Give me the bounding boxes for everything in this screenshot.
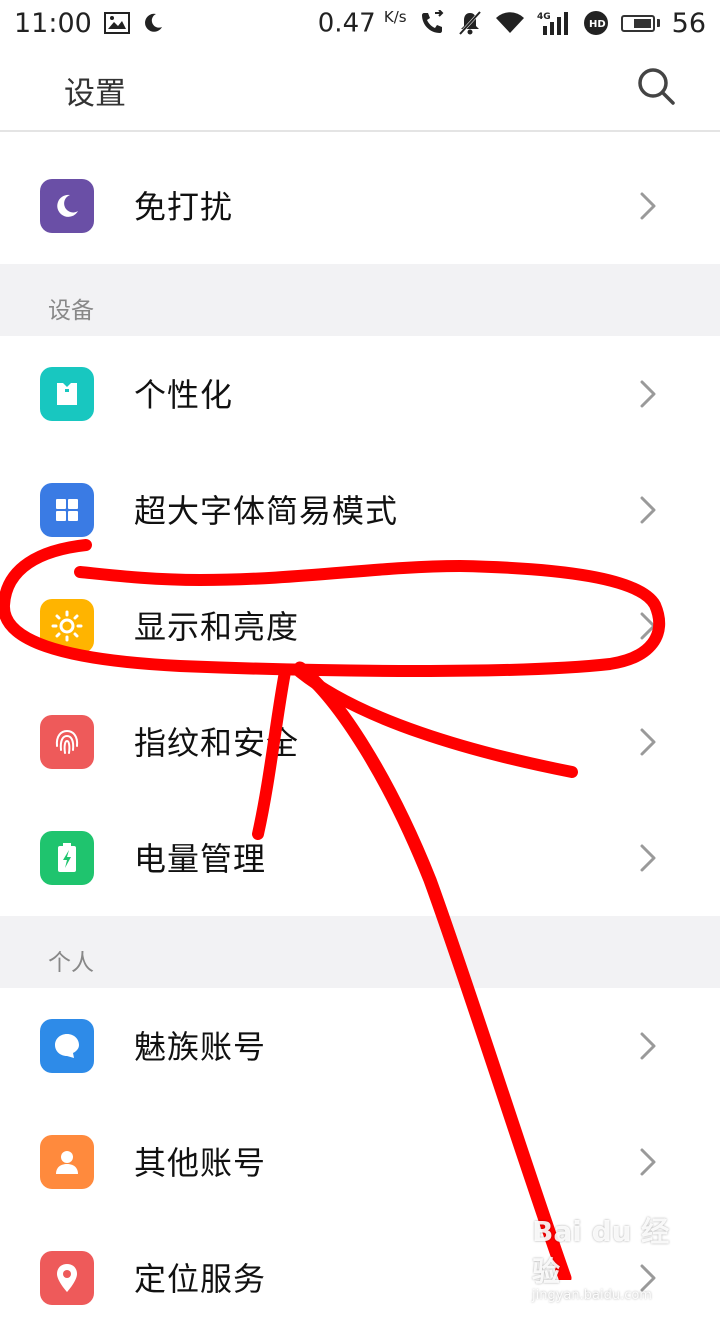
battery-level: 56 (671, 7, 706, 39)
shirt-icon (40, 367, 94, 421)
chevron-right-icon (640, 192, 656, 220)
setting-row-other-accounts[interactable]: 其他账号 (0, 1104, 720, 1220)
cell-signal-icon: 4G (537, 10, 571, 36)
setting-label: 指纹和安全 (134, 724, 300, 762)
setting-row-large-font-mode[interactable]: 超大字体简易模式 (0, 452, 720, 568)
setting-row-do-not-disturb[interactable]: 免打扰 (0, 148, 720, 264)
chevron-right-icon (640, 1148, 656, 1176)
speed-unit: K/s (383, 7, 407, 26)
app-header: 设置 (0, 46, 720, 132)
section-label: 设备 (48, 298, 94, 324)
location-pin-icon (40, 1251, 94, 1305)
page-title: 设置 (64, 76, 126, 112)
status-bar: 11:00 0.47 K/s 4G HD 56 (0, 0, 720, 46)
setting-label: 超大字体简易模式 (134, 492, 399, 530)
speed-value: 0.47 (317, 8, 376, 39)
setting-label: 个性化 (134, 376, 234, 414)
call-forward-icon (419, 10, 445, 36)
sun-icon (40, 599, 94, 653)
chevron-right-icon (640, 496, 656, 524)
baidu-jingyan-watermark: Bai du 经验 jingyan.baidu.com (532, 1210, 682, 1303)
watermark-url: jingyan.baidu.com (532, 1288, 652, 1303)
setting-label: 免打扰 (134, 188, 234, 226)
chevron-right-icon (640, 728, 656, 756)
chevron-right-icon (640, 844, 656, 872)
search-icon (638, 68, 675, 105)
setting-label: 魅族账号 (134, 1028, 267, 1066)
battery-bolt-icon (40, 831, 94, 885)
setting-label: 显示和亮度 (134, 608, 300, 646)
search-button[interactable] (636, 66, 676, 106)
chat-bubble-icon (40, 1019, 94, 1073)
setting-row-personalization[interactable]: 个性化 (0, 336, 720, 452)
mute-bell-icon (457, 10, 483, 36)
wifi-icon (495, 11, 525, 35)
setting-label: 电量管理 (134, 840, 267, 878)
person-icon (40, 1135, 94, 1189)
grid-icon (40, 483, 94, 537)
setting-label: 其他账号 (134, 1144, 267, 1182)
battery-icon (620, 14, 660, 32)
section-header-device: 设备 (0, 264, 720, 336)
setting-row-battery-management[interactable]: 电量管理 (0, 800, 720, 916)
setting-row-fingerprint-security[interactable]: 指纹和安全 (0, 684, 720, 800)
moon-icon (40, 179, 94, 233)
setting-row-meizu-account[interactable]: 魅族账号 (0, 988, 720, 1104)
watermark-main: Bai du 经验 (532, 1215, 670, 1288)
setting-label: 定位服务 (134, 1260, 267, 1298)
hd-voice-icon: HD (583, 10, 609, 36)
section-header-personal: 个人 (0, 916, 720, 988)
chevron-right-icon (640, 380, 656, 408)
svg-text:4G: 4G (537, 12, 551, 22)
chevron-right-icon (640, 1032, 656, 1060)
section-label: 个人 (48, 950, 94, 976)
svg-text:HD: HD (589, 19, 606, 30)
network-speed: 0.47 K/s (318, 8, 407, 39)
moon-status-icon (142, 12, 164, 34)
clock: 11:00 (14, 7, 92, 39)
fingerprint-icon (40, 715, 94, 769)
chevron-right-icon (640, 612, 656, 640)
setting-row-display-brightness[interactable]: 显示和亮度 (0, 568, 720, 684)
image-icon (103, 12, 130, 34)
